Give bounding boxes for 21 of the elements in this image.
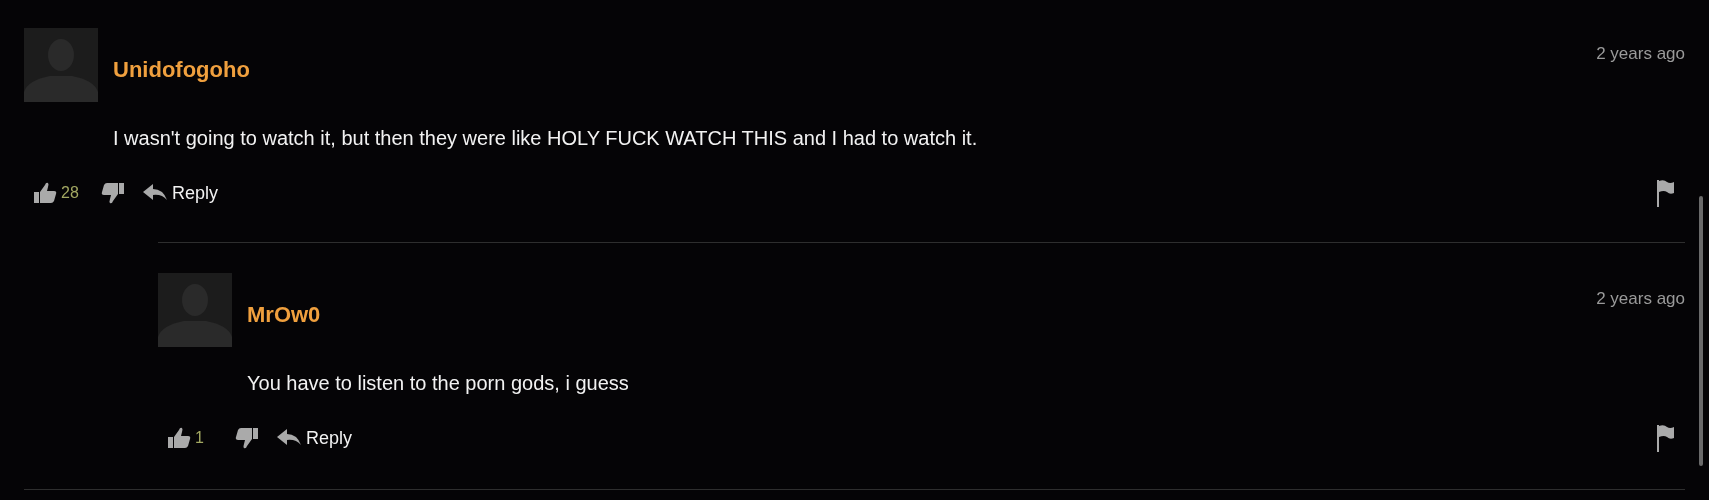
like-count: 28 bbox=[61, 184, 80, 202]
reply-button[interactable]: Reply bbox=[277, 427, 353, 449]
thumbs-up-icon[interactable] bbox=[33, 182, 57, 204]
like-count: 1 bbox=[195, 429, 205, 447]
timestamp: 2 years ago bbox=[1596, 289, 1685, 309]
scrollbar[interactable] bbox=[1699, 196, 1703, 466]
flag-icon[interactable] bbox=[1656, 179, 1674, 207]
reply-button[interactable]: Reply bbox=[143, 182, 219, 204]
reply-arrow-icon bbox=[143, 184, 167, 202]
username[interactable]: Unidofogoho bbox=[113, 57, 250, 83]
avatar-icon bbox=[158, 273, 232, 347]
thumbs-down-icon[interactable] bbox=[235, 427, 259, 449]
username[interactable]: MrOw0 bbox=[247, 302, 321, 328]
thumbs-down-icon[interactable] bbox=[101, 182, 125, 204]
reply-arrow-icon bbox=[277, 429, 301, 447]
comment-text: You have to listen to the porn gods, i guess bbox=[247, 371, 630, 395]
thumbs-up-icon[interactable] bbox=[167, 427, 191, 449]
comment-text: I wasn't going to watch it, but then they were like HOLY FUCK WATCH THIS and I had to watch it. bbox=[113, 126, 979, 150]
avatar-icon bbox=[24, 28, 98, 102]
timestamp: 2 years ago bbox=[1596, 44, 1685, 64]
flag-icon[interactable] bbox=[1656, 424, 1674, 452]
